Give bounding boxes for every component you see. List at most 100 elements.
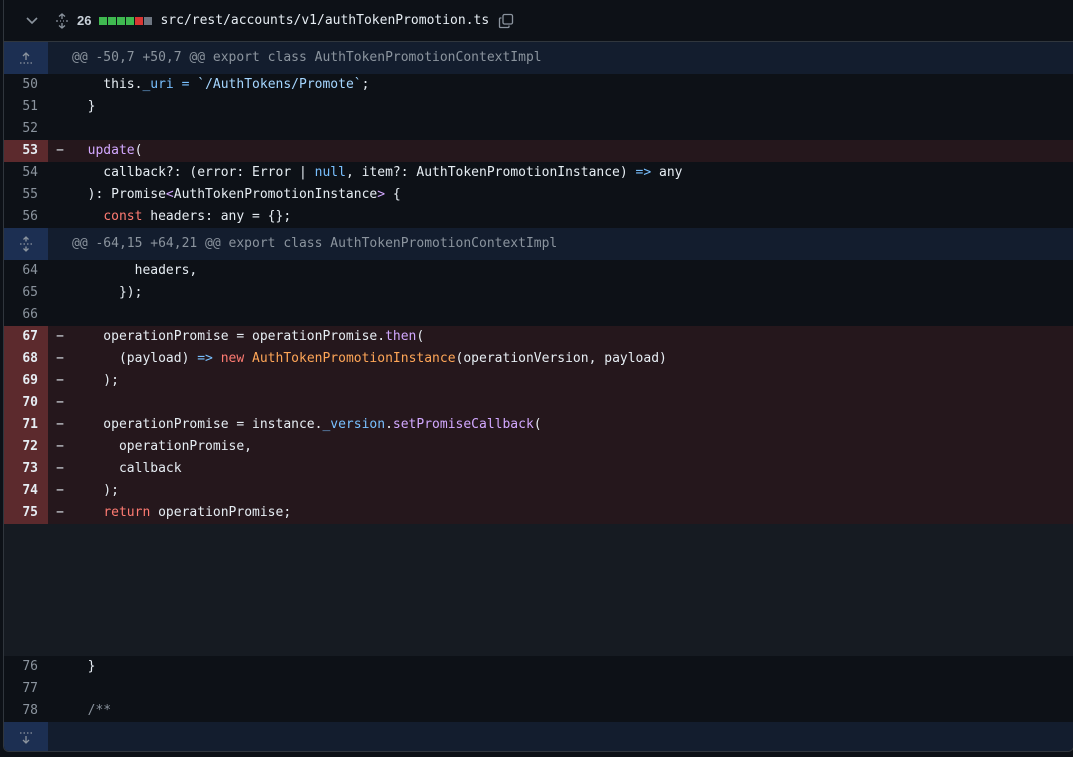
code-text: return operationPromise;: [103, 505, 292, 520]
file-path-link[interactable]: src/rest/accounts/v1/authTokenPromotion.…: [160, 13, 489, 28]
line-number[interactable]: 70: [4, 392, 48, 414]
empty-addition-area: [4, 524, 1073, 656]
diffstat-block: [126, 16, 135, 25]
diff-marker: [48, 656, 72, 678]
code-text: callback: [72, 461, 182, 476]
expand-footer: [4, 722, 1073, 751]
deleted-line: 67 − operationPromise = operationPromise…: [4, 326, 1073, 348]
diff-marker: [48, 700, 72, 722]
code-text: });: [72, 285, 143, 300]
code-text: }: [72, 659, 96, 674]
diffstat-block: [135, 16, 144, 25]
hunk-header-text: @@ -50,7 +50,7 @@ export class AuthToken…: [72, 50, 542, 65]
code-text: }: [72, 99, 96, 114]
diff-line: 66: [4, 304, 1073, 326]
chevron-down-icon[interactable]: [24, 13, 40, 29]
code-text: update(: [87, 143, 143, 158]
diff-marker: −: [56, 395, 64, 410]
expand-icon: [20, 236, 32, 252]
file-header: 26 src/rest/accounts/v1/authTokenPromoti…: [4, 0, 1073, 42]
deleted-line: 68 − (payload) => new AuthTokenPromotion…: [4, 348, 1073, 370]
diff-file-panel: 26 src/rest/accounts/v1/authTokenPromoti…: [3, 0, 1073, 752]
line-number[interactable]: 56: [4, 206, 48, 228]
diff-marker: −: [56, 143, 64, 158]
deleted-line: 72 − operationPromise,: [4, 436, 1073, 458]
code-text: headers,: [72, 263, 198, 278]
deleted-line: 73 − callback: [4, 458, 1073, 480]
code-text: /**: [72, 703, 112, 718]
deleted-line: 75 − return operationPromise;: [4, 502, 1073, 524]
hunk-header: @@ -50,7 +50,7 @@ export class AuthToken…: [4, 42, 1073, 74]
line-number[interactable]: 72: [4, 436, 48, 458]
diff-marker: [48, 678, 72, 700]
line-number[interactable]: 54: [4, 162, 48, 184]
diff-marker: [48, 260, 72, 282]
line-number[interactable]: 73: [4, 458, 48, 480]
code-text: operationPromise,: [72, 439, 253, 454]
code-text: operationPromise = operationPromise.then…: [72, 329, 425, 344]
line-number[interactable]: 75: [4, 502, 48, 524]
diff-marker: [48, 206, 72, 228]
code-text: );: [72, 483, 119, 498]
deleted-line: 71 − operationPromise = instance._versio…: [4, 414, 1073, 436]
code-text: operationPromise = instance._version.set…: [72, 417, 542, 432]
diff-marker: [48, 74, 72, 96]
diff-marker: −: [56, 417, 64, 432]
line-number[interactable]: 74: [4, 480, 48, 502]
diff-marker: −: [56, 373, 64, 388]
diff-marker: [48, 96, 72, 118]
change-count: 26: [77, 13, 92, 28]
line-number[interactable]: 68: [4, 348, 48, 370]
code-text: callback?: (error: Error | null, item?: …: [72, 165, 683, 180]
line-number[interactable]: 52: [4, 118, 48, 140]
deleted-line: 74 − );: [4, 480, 1073, 502]
expand-up-button[interactable]: [4, 42, 48, 74]
diff-line: 55 ): Promise<AuthTokenPromotionInstance…: [4, 184, 1073, 206]
line-number[interactable]: 78: [4, 700, 48, 722]
line-number[interactable]: 55: [4, 184, 48, 206]
expand-between-button[interactable]: [4, 228, 48, 260]
diff-line: 64 headers,: [4, 260, 1073, 282]
diff-line: 76 }: [4, 656, 1073, 678]
diff-marker: −: [56, 351, 64, 366]
code-text: this._uri = `/AuthTokens/Promote`;: [72, 77, 370, 92]
expand-all-icon[interactable]: [54, 12, 70, 29]
diff-marker: [48, 304, 72, 326]
diffstat-block: [117, 16, 126, 25]
line-number[interactable]: 67: [4, 326, 48, 348]
diff-marker: [48, 118, 72, 140]
line-number[interactable]: 65: [4, 282, 48, 304]
diff-line: 52: [4, 118, 1073, 140]
expand-down-button[interactable]: [4, 722, 48, 751]
line-number[interactable]: 69: [4, 370, 48, 392]
line-number[interactable]: 76: [4, 656, 48, 678]
line-number[interactable]: 64: [4, 260, 48, 282]
hunk-header: @@ -64,15 +64,21 @@ export class AuthTok…: [4, 228, 1073, 260]
diff-line: 65 });: [4, 282, 1073, 304]
diff-line: 78 /**: [4, 700, 1073, 722]
line-number[interactable]: 77: [4, 678, 48, 700]
diff-line: 51 }: [4, 96, 1073, 118]
diff-marker: −: [56, 483, 64, 498]
diffstat-block: [99, 16, 108, 25]
deleted-line: 53 − update(: [4, 140, 1073, 162]
line-number[interactable]: 53: [4, 140, 48, 162]
line-number[interactable]: 51: [4, 96, 48, 118]
deleted-line: 70 −: [4, 392, 1073, 414]
diff-marker: −: [56, 505, 64, 520]
line-number[interactable]: 66: [4, 304, 48, 326]
line-number[interactable]: 50: [4, 74, 48, 96]
diff-marker: −: [56, 461, 64, 476]
diffstat-blocks: [99, 16, 153, 25]
diff-marker: −: [56, 329, 64, 344]
line-number[interactable]: 71: [4, 414, 48, 436]
code-text: (payload) => new AuthTokenPromotionInsta…: [72, 351, 667, 366]
diff-marker: [48, 282, 72, 304]
code-text: const headers: any = {};: [103, 209, 292, 224]
diff-marker: [48, 184, 72, 206]
diffstat-block: [144, 16, 153, 25]
diff-line: 56 const headers: any = {};: [4, 206, 1073, 228]
copy-icon[interactable]: [498, 13, 514, 29]
